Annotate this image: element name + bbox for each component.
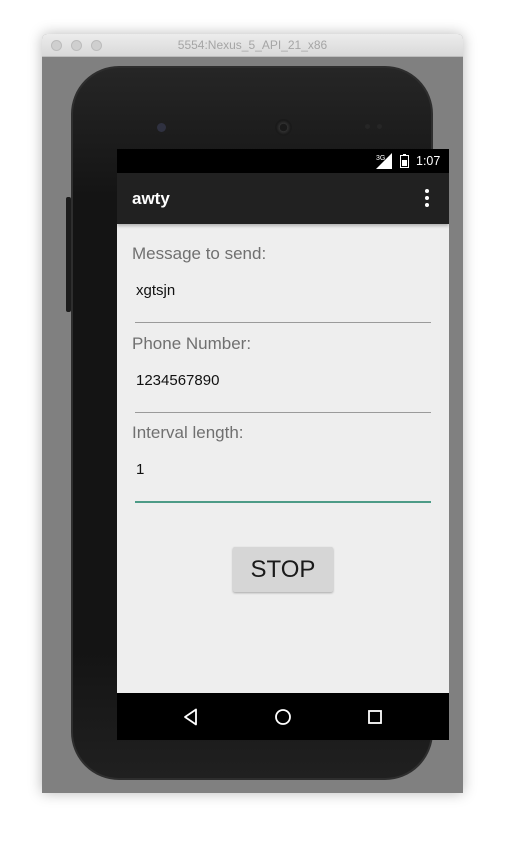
overflow-menu-icon[interactable] bbox=[417, 185, 437, 211]
battery-icon bbox=[400, 154, 409, 168]
earpiece-speaker bbox=[275, 119, 292, 136]
message-label: Message to send: bbox=[132, 244, 267, 263]
message-underline bbox=[135, 322, 431, 323]
emulator-window: 5554:Nexus_5_API_21_x86 3G 1:07 awty Mes… bbox=[42, 34, 463, 793]
interval-length-underline bbox=[135, 501, 431, 503]
app-bar: awty bbox=[117, 173, 449, 224]
network-type-label: 3G bbox=[376, 155, 385, 162]
stop-button[interactable]: STOP bbox=[233, 547, 333, 592]
phone-number-label: Phone Number: bbox=[132, 334, 252, 353]
phone-number-input[interactable] bbox=[135, 365, 432, 395]
recents-icon[interactable] bbox=[363, 705, 387, 729]
front-camera bbox=[157, 123, 166, 132]
window-titlebar[interactable]: 5554:Nexus_5_API_21_x86 bbox=[42, 34, 463, 57]
status-clock: 1:07 bbox=[416, 154, 441, 168]
cell-signal-icon: 3G bbox=[376, 153, 392, 169]
message-input[interactable] bbox=[135, 275, 432, 305]
back-icon[interactable] bbox=[179, 705, 203, 729]
light-sensor bbox=[377, 124, 382, 129]
app-title: awty bbox=[132, 189, 170, 208]
interval-length-label: Interval length: bbox=[132, 423, 244, 442]
interval-length-input[interactable] bbox=[135, 454, 432, 484]
phone-number-underline bbox=[135, 412, 431, 413]
home-icon[interactable] bbox=[271, 705, 295, 729]
window-title: 5554:Nexus_5_API_21_x86 bbox=[177, 38, 328, 52]
navigation-bar bbox=[117, 693, 449, 740]
status-bar: 3G 1:07 bbox=[117, 149, 449, 173]
phone-screen: 3G 1:07 awty Message to send: xgtsjn Pho… bbox=[117, 149, 449, 740]
phone-frame: 3G 1:07 awty Message to send: xgtsjn Pho… bbox=[71, 66, 449, 780]
proximity-sensor bbox=[365, 124, 370, 129]
